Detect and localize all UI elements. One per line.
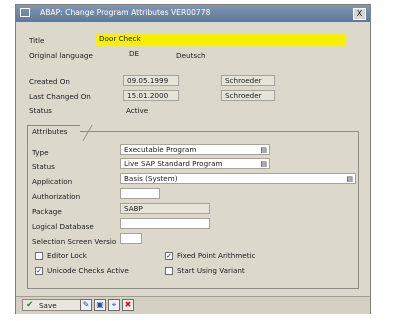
title-label: Title (29, 36, 45, 45)
unicode-checks-checkbox[interactable]: ✓ (35, 267, 43, 275)
program-status-select[interactable]: Live SAP Standard Program ▤ (120, 158, 270, 169)
last-changed-user: Schroeder (221, 90, 275, 101)
application-label: Application (32, 177, 73, 186)
type-select[interactable]: Executable Program ▤ (120, 144, 270, 155)
created-on-label: Created On (29, 77, 70, 86)
logical-database-label: Logical Database (32, 222, 94, 231)
close-icon[interactable]: X (353, 8, 366, 20)
save-button-label: Save (39, 301, 57, 310)
start-variant-label: Start Using Variant (177, 266, 245, 275)
type-value: Executable Program (124, 145, 197, 154)
selection-screen-label: Selection Screen Versio (32, 237, 117, 246)
editor-lock-label: Editor Lock (47, 251, 87, 260)
application-value: Basis (System) (124, 174, 178, 183)
dropdown-icon[interactable]: ▤ (260, 160, 267, 168)
check-icon: ✔ (26, 300, 34, 310)
last-changed-date: 15.01.2000 (123, 90, 179, 101)
attributes-group-label: Attributes (32, 127, 68, 136)
status-label: Status (29, 106, 52, 115)
original-language-name: Deutsch (176, 51, 206, 60)
cancel-icon[interactable]: ✖ (122, 299, 134, 311)
display-icon[interactable]: ▣ (94, 299, 106, 311)
logical-database-input[interactable] (120, 218, 210, 229)
dropdown-icon[interactable]: ▤ (260, 146, 267, 154)
edit-icon[interactable]: ✎ (80, 299, 92, 311)
application-select[interactable]: Basis (System) ▤ (120, 173, 356, 184)
created-on-date: 09.05.1999 (123, 75, 179, 86)
package-value: SABP (120, 203, 210, 214)
window-title: ABAP: Change Program Attributes VER00778 (40, 8, 211, 17)
start-variant-checkbox[interactable] (165, 267, 173, 275)
title-input[interactable]: Door Check (96, 34, 346, 45)
authorization-label: Authorization (32, 192, 81, 201)
window-icon (20, 8, 30, 17)
program-status-label: Status (32, 162, 55, 171)
save-button[interactable]: ✔ Save (22, 299, 82, 311)
dialog-toolbar: ✔ Save ✎ ▣ ⌖ ✖ (16, 296, 370, 314)
select-icon[interactable]: ⌖ (108, 299, 120, 311)
last-changed-label: Last Changed On (29, 92, 91, 101)
window-titlebar[interactable]: ABAP: Change Program Attributes VER00778… (16, 5, 370, 22)
selection-screen-input[interactable] (120, 233, 142, 244)
created-by-user: Schroeder (221, 75, 275, 86)
status-value: Active (126, 106, 149, 115)
package-label: Package (32, 207, 62, 216)
program-status-value: Live SAP Standard Program (124, 159, 223, 168)
original-language-label: Original language (29, 51, 93, 60)
fixed-point-checkbox[interactable]: ✓ (165, 252, 173, 260)
original-language-code: DE (129, 49, 140, 58)
unicode-checks-label: Unicode Checks Active (47, 266, 129, 275)
fixed-point-label: Fixed Point Arithmetic (177, 251, 256, 260)
dropdown-icon[interactable]: ▤ (346, 175, 353, 183)
editor-lock-checkbox[interactable] (35, 252, 43, 260)
program-attributes-dialog: ABAP: Change Program Attributes VER00778… (15, 4, 371, 314)
type-label: Type (32, 148, 49, 157)
authorization-input[interactable] (120, 188, 160, 199)
